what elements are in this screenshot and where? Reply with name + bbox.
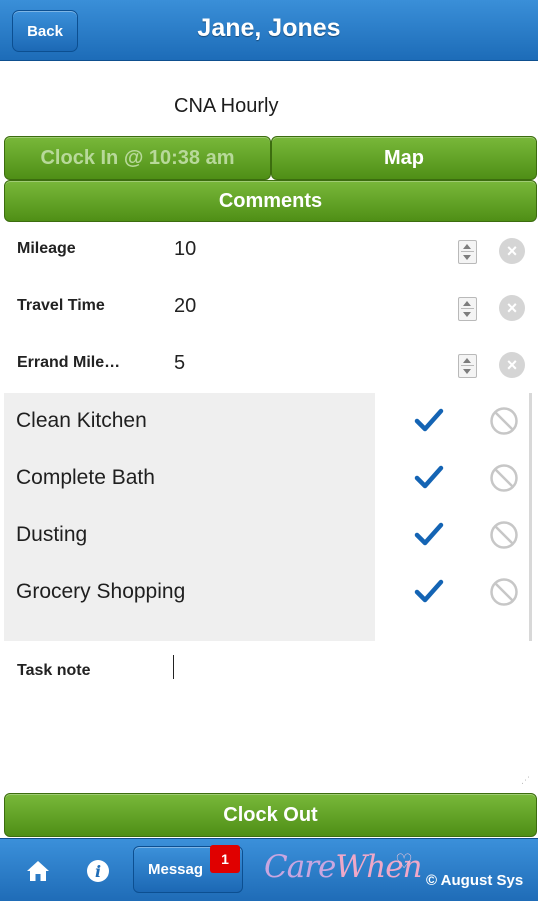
header-bar: Back Jane, Jones bbox=[0, 0, 538, 61]
spinner-icon[interactable] bbox=[458, 354, 477, 378]
list-item: Dusting bbox=[4, 507, 532, 564]
spinner-icon[interactable] bbox=[458, 240, 477, 264]
task-list[interactable]: Clean Kitchen Complete Bath Dusting Groc… bbox=[4, 393, 532, 641]
no-entry-icon[interactable] bbox=[489, 520, 519, 550]
app-screen: Back Jane, Jones CNA Hourly Clock In @ 1… bbox=[0, 0, 538, 901]
travel-time-input[interactable]: 20 bbox=[174, 295, 196, 318]
messages-label: Messag bbox=[148, 861, 204, 878]
resize-grip-icon[interactable]: ⋰ bbox=[521, 775, 533, 787]
info-icon[interactable]: i bbox=[84, 857, 112, 885]
field-label: Travel Time bbox=[17, 297, 105, 314]
list-item: Complete Bath bbox=[4, 450, 532, 507]
task-note-input[interactable] bbox=[173, 655, 174, 679]
footer-bar: i Messag 1 CareWhen ♡ © August Sys bbox=[0, 838, 538, 901]
task-list-scrollbar[interactable] bbox=[529, 393, 532, 641]
home-icon[interactable] bbox=[24, 857, 52, 885]
page-title: Jane, Jones bbox=[197, 14, 341, 42]
clear-icon[interactable]: × bbox=[499, 352, 525, 378]
spinner-icon[interactable] bbox=[458, 297, 477, 321]
list-item: Clean Kitchen bbox=[4, 393, 532, 450]
no-entry-icon[interactable] bbox=[489, 577, 519, 607]
list-item: Grocery Shopping bbox=[4, 564, 532, 621]
field-label: Errand Mile… bbox=[17, 354, 121, 371]
check-icon[interactable] bbox=[414, 405, 444, 435]
clear-icon[interactable]: × bbox=[499, 295, 525, 321]
messages-badge: 1 bbox=[210, 845, 240, 873]
copyright-text: © August Sys bbox=[426, 872, 524, 889]
task-label: Complete Bath bbox=[16, 466, 155, 489]
field-row-errand-mileage: Errand Mile… 5 × bbox=[0, 340, 538, 390]
clear-icon[interactable]: × bbox=[499, 238, 525, 264]
clock-in-button[interactable]: Clock In @ 10:38 am bbox=[4, 136, 271, 180]
field-row-mileage: Mileage 10 × bbox=[0, 226, 538, 276]
task-label: Grocery Shopping bbox=[16, 580, 186, 603]
check-icon[interactable] bbox=[414, 462, 444, 492]
service-type: CNA Hourly bbox=[174, 95, 279, 117]
check-icon[interactable] bbox=[414, 519, 444, 549]
mileage-input[interactable]: 10 bbox=[174, 238, 196, 261]
comments-button[interactable]: Comments bbox=[4, 180, 537, 222]
field-row-travel-time: Travel Time 20 × bbox=[0, 283, 538, 333]
map-button[interactable]: Map bbox=[271, 136, 537, 180]
task-label: Dusting bbox=[16, 523, 88, 546]
heart-icon: ♡ bbox=[395, 851, 413, 873]
field-label: Mileage bbox=[17, 240, 76, 257]
clock-out-button[interactable]: Clock Out bbox=[4, 793, 537, 837]
task-label: Clean Kitchen bbox=[16, 409, 147, 432]
task-note-label: Task note bbox=[17, 662, 91, 679]
errand-mileage-input[interactable]: 5 bbox=[174, 352, 185, 375]
no-entry-icon[interactable] bbox=[489, 406, 519, 436]
no-entry-icon[interactable] bbox=[489, 463, 519, 493]
check-icon[interactable] bbox=[414, 576, 444, 606]
